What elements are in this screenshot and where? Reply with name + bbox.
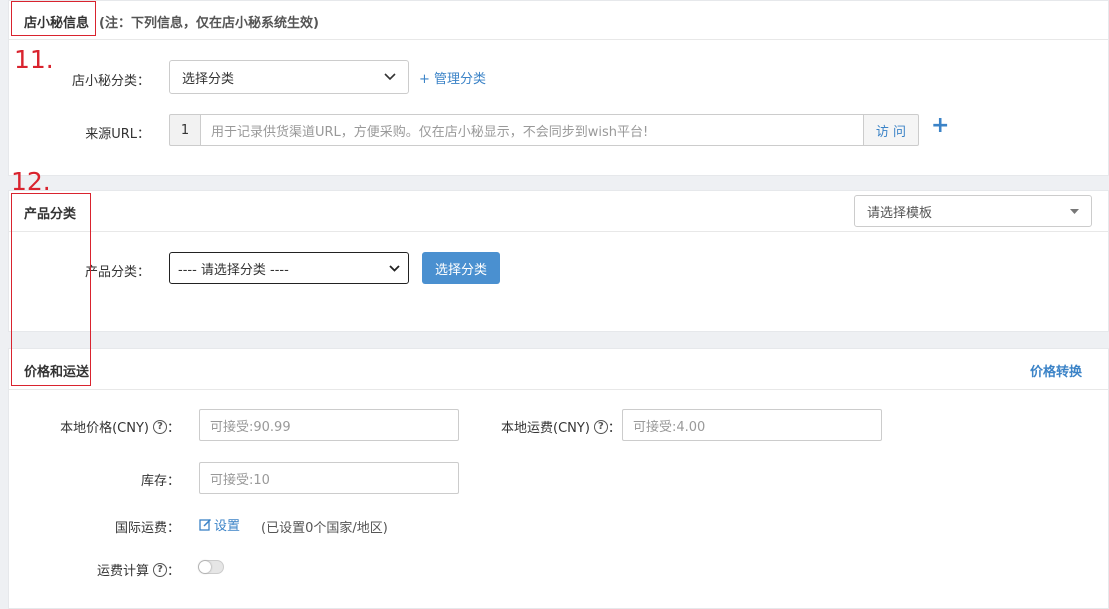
product-category-panel: 产品分类 请选择模板 产品分类： ---- 请选择分类 ---- 选择分类 xyxy=(8,190,1109,332)
annotation-box-store-info xyxy=(11,1,96,36)
manage-category-link[interactable]: + 管理分类 xyxy=(419,68,486,87)
template-select[interactable]: 请选择模板 xyxy=(854,195,1092,227)
local-shipping-placeholder: 可接受:4.00 xyxy=(633,419,706,435)
price-shipping-header: 价格和运送 价格转换 xyxy=(9,349,1108,390)
help-icon[interactable]: ? xyxy=(152,562,167,577)
source-url-placeholder: 用于记录供货渠道URL，方便采购。仅在店小秘显示，不会同步到wish平台! xyxy=(211,124,649,140)
price-shipping-panel: 价格和运送 价格转换 本地价格(CNY) ? ： 可接受:90.99 本地运费(… xyxy=(8,348,1109,609)
template-select-value: 请选择模板 xyxy=(867,205,933,221)
store-category-label: 店小秘分类： xyxy=(71,74,150,89)
source-url-index-text: 1 xyxy=(180,122,190,138)
chevron-down-icon xyxy=(389,264,400,272)
store-category-select[interactable]: 选择分类 xyxy=(169,60,409,94)
stock-placeholder: 可接受:10 xyxy=(210,472,270,488)
source-url-input[interactable]: 用于记录供货渠道URL，方便采购。仅在店小秘显示，不会同步到wish平台! xyxy=(200,114,864,146)
intl-shipping-label: 国际运费： xyxy=(114,521,180,536)
product-category-select-value: ---- 请选择分类 ---- xyxy=(178,262,289,278)
intl-shipping-status: (已设置0个国家/地区) xyxy=(261,521,388,536)
edit-icon xyxy=(199,518,212,531)
local-shipping-label-group: 本地运费(CNY) ? ： xyxy=(501,417,621,436)
local-shipping-colon: ： xyxy=(607,421,621,436)
shipping-calc-label: 运费计算 xyxy=(96,564,149,579)
store-category-value: 选择分类 xyxy=(182,71,235,87)
chevron-down-icon xyxy=(384,73,396,81)
annotation-number-12: 12. xyxy=(11,167,51,196)
choose-category-button[interactable]: 选择分类 xyxy=(422,252,500,284)
product-category-label: 产品分类： xyxy=(84,265,150,280)
shipping-calc-colon: ： xyxy=(166,564,180,579)
store-info-header: 店小秘信息 (注：下列信息，仅在店小秘系统生效) xyxy=(9,1,1108,40)
local-price-input[interactable]: 可接受:90.99 xyxy=(199,409,459,441)
local-shipping-label: 本地运费(CNY) xyxy=(501,421,590,436)
caret-down-icon xyxy=(1070,208,1079,214)
stock-input[interactable]: 可接受:10 xyxy=(199,462,459,494)
shipping-calc-toggle[interactable] xyxy=(198,560,224,574)
visit-button-label: 访 问 xyxy=(875,124,907,140)
source-url-index: 1 xyxy=(169,114,201,146)
intl-shipping-setting-text: 设置 xyxy=(214,519,241,534)
product-category-header: 产品分类 请选择模板 xyxy=(9,191,1108,232)
local-shipping-input[interactable]: 可接受:4.00 xyxy=(622,409,882,441)
local-price-label-group: 本地价格(CNY) ? ： xyxy=(60,417,180,436)
store-info-note: (注：下列信息，仅在店小秘系统生效) xyxy=(99,16,319,31)
help-icon[interactable]: ? xyxy=(152,419,167,434)
visit-button[interactable]: 访 问 xyxy=(863,114,919,146)
annotation-number-11: 11. xyxy=(14,45,54,74)
shipping-calc-label-group: 运费计算 ? ： xyxy=(97,560,180,579)
local-price-label: 本地价格(CNY) xyxy=(60,421,149,436)
local-price-colon: ： xyxy=(166,421,180,436)
store-info-panel: 店小秘信息 (注：下列信息，仅在店小秘系统生效) 店小秘分类： 选择分类 + 管… xyxy=(8,0,1109,176)
source-url-label: 来源URL： xyxy=(85,127,150,142)
stock-label: 库存： xyxy=(140,474,180,489)
add-url-icon[interactable]: + xyxy=(931,115,949,137)
help-icon[interactable]: ? xyxy=(593,419,608,434)
price-convert-link[interactable]: 价格转换 xyxy=(1030,361,1082,380)
intl-shipping-setting-link[interactable]: 设置 xyxy=(199,515,240,534)
product-category-select[interactable]: ---- 请选择分类 ---- xyxy=(169,252,409,284)
choose-category-button-label: 选择分类 xyxy=(434,262,487,278)
annotation-box-left-column xyxy=(11,193,91,386)
local-price-placeholder: 可接受:90.99 xyxy=(210,419,291,435)
